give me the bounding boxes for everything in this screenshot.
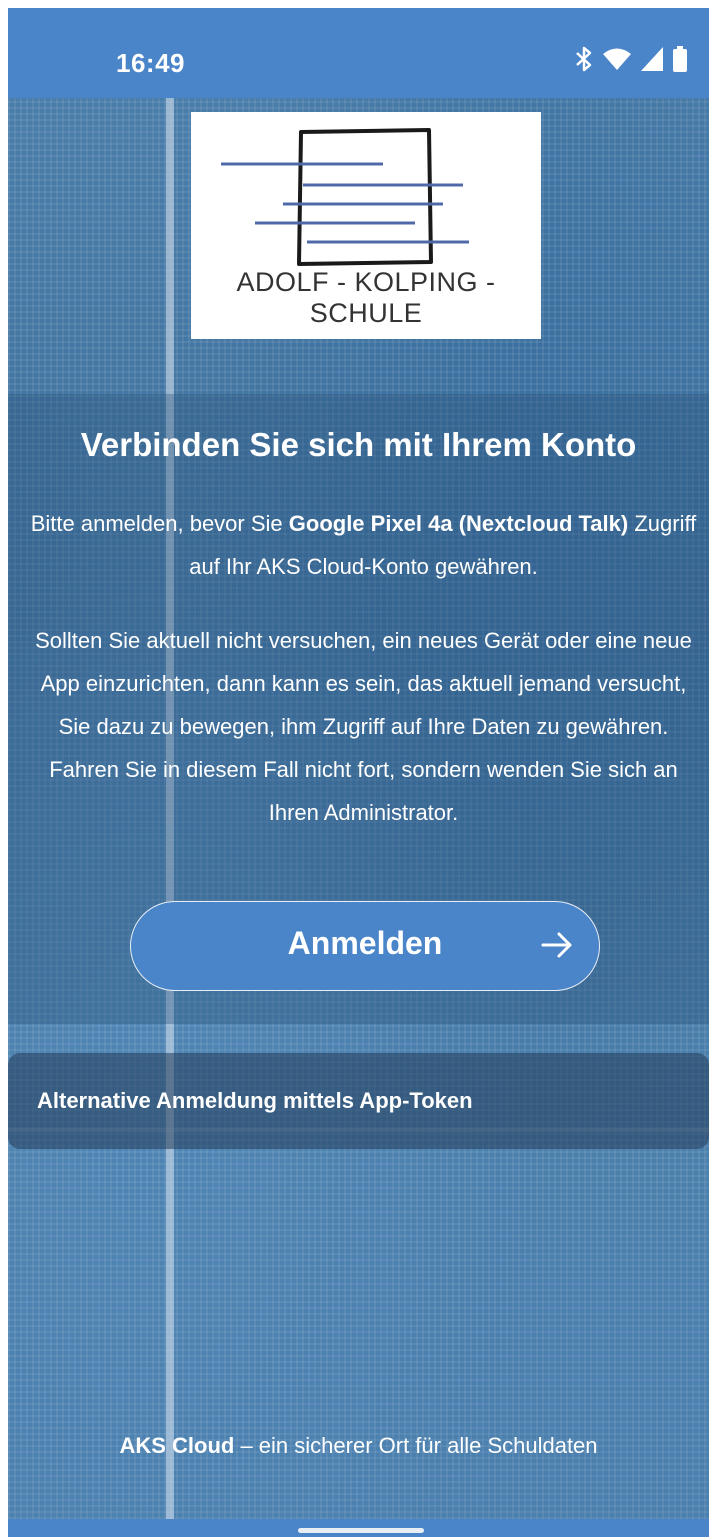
intro-text: Bitte anmelden, bevor Sie Google Pixel 4…	[24, 502, 703, 588]
battery-icon	[673, 46, 687, 72]
bluetooth-icon	[575, 46, 593, 72]
login-button-label: Anmelden	[287, 925, 443, 961]
alternative-login-label: Alternative Anmeldung mittels App-Token	[37, 1088, 473, 1113]
login-button[interactable]: Anmelden	[130, 901, 600, 991]
status-icons	[575, 46, 687, 72]
logo-text: ADOLF - KOLPING - SCHULE	[236, 267, 496, 328]
footer-tagline: – ein sicherer Ort für alle Schuldaten	[234, 1433, 598, 1458]
school-logo: ADOLF - KOLPING - SCHULE	[191, 112, 541, 339]
arrow-right-icon	[541, 931, 573, 964]
signal-icon	[641, 47, 663, 71]
status-time: 16:49	[116, 48, 185, 78]
warning-text: Sollten Sie aktuell nicht versuchen, ein…	[35, 628, 692, 825]
alternative-login-link[interactable]: Alternative Anmeldung mittels App-Token	[8, 1053, 709, 1149]
footer-brand[interactable]: AKS Cloud	[119, 1433, 234, 1458]
footer: AKS Cloud – ein sicherer Ort für alle Sc…	[8, 1433, 709, 1459]
status-bar: 16:49	[8, 8, 709, 98]
page-title: Verbinden Sie sich mit Ihrem Konto	[80, 426, 637, 463]
login-screen: 16:49 ADOLF - KOLPING - SCHULE Verbinden…	[8, 8, 709, 1537]
home-gesture-handle[interactable]	[298, 1528, 424, 1533]
navigation-bar	[8, 1519, 709, 1537]
wifi-icon	[603, 47, 631, 71]
intro-prefix: Bitte anmelden, bevor Sie	[30, 511, 289, 536]
intro-app-name: Google Pixel 4a (Nextcloud Talk)	[288, 511, 629, 536]
